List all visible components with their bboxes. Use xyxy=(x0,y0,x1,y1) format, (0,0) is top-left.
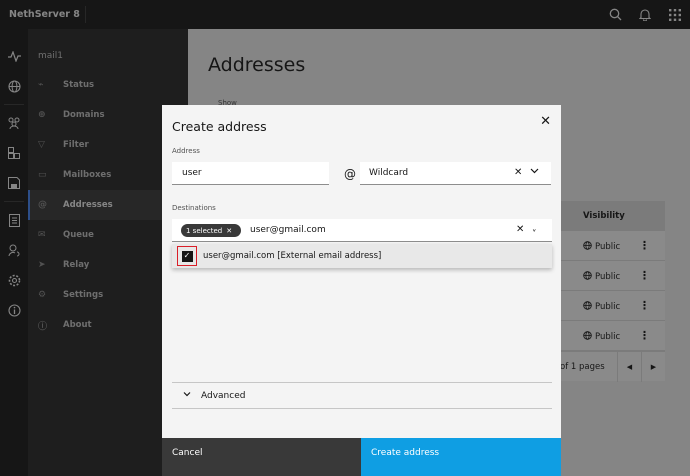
advanced-accordion[interactable]: Advanced xyxy=(172,382,552,409)
selected-count-tag: 1 selected ✕ xyxy=(181,224,241,237)
selected-count-label: 1 selected xyxy=(186,226,223,235)
address-value: user xyxy=(182,168,202,178)
domain-value: Wildcard xyxy=(369,168,409,178)
option-checkbox-focus: ✓ xyxy=(177,246,197,266)
clear-domain-icon[interactable]: ✕ xyxy=(514,167,522,178)
close-icon[interactable]: ✕ xyxy=(540,114,551,129)
cancel-button[interactable]: Cancel xyxy=(162,438,361,476)
create-address-button[interactable]: Create address xyxy=(361,438,561,476)
option-label[interactable]: user@gmail.com [External email address] xyxy=(203,251,381,261)
clear-selection-icon[interactable]: ✕ xyxy=(226,227,232,235)
create-address-modal: Create address ✕ Address user @ Wildcard… xyxy=(162,105,561,476)
modal-title: Create address xyxy=(172,119,267,134)
chevron-down-icon xyxy=(172,390,201,401)
destinations-dropdown: ✓ user@gmail.com [External email address… xyxy=(172,244,552,268)
option-checkbox[interactable]: ✓ xyxy=(181,250,193,262)
destinations-label: Destinations xyxy=(172,204,216,212)
address-input[interactable]: user xyxy=(172,162,329,185)
at-symbol: @ xyxy=(344,167,356,181)
destinations-query: user@gmail.com xyxy=(250,225,326,235)
clear-destinations-icon[interactable]: ✕ xyxy=(516,224,524,235)
domain-select[interactable]: Wildcard ✕ xyxy=(360,162,551,185)
advanced-label: Advanced xyxy=(201,390,246,401)
address-label: Address xyxy=(172,147,200,155)
chevron-down-icon[interactable] xyxy=(530,166,539,178)
chevron-up-icon[interactable]: ˬ xyxy=(532,222,537,232)
